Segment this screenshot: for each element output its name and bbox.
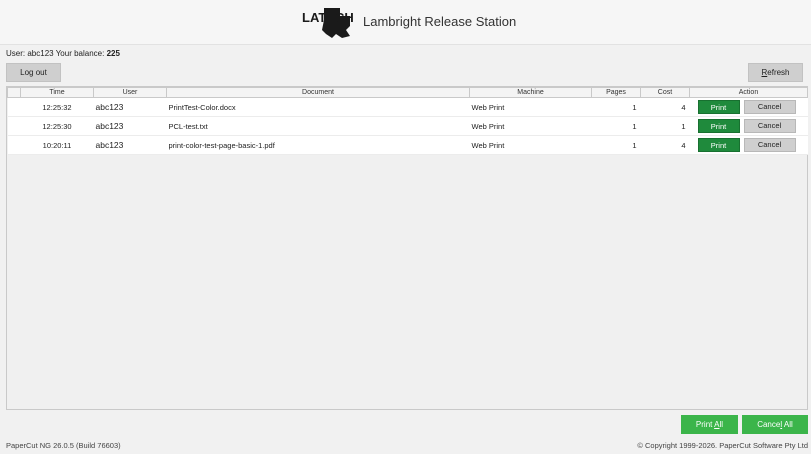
cancel-button[interactable]: Cancel [743, 119, 796, 133]
release-station-page: LATECH Lambright Release Station User: a… [0, 0, 811, 454]
refresh-label: efresh [767, 68, 790, 77]
cell-document: print-color-test-page-basic-1.pdf [166, 135, 470, 155]
header-user[interactable]: User [93, 87, 167, 98]
header-time[interactable]: Time [20, 87, 94, 98]
cell-user: abc123 [93, 97, 167, 117]
cell-document: PCL-test.txt [166, 116, 470, 136]
user-label: User: [6, 49, 26, 58]
row-spacer [7, 97, 21, 117]
print-button[interactable]: Print [697, 138, 740, 152]
cell-action: Print Cancel [689, 97, 808, 117]
cell-time: 10:20:11 [20, 135, 94, 155]
header-document[interactable]: Document [166, 87, 470, 98]
table-row[interactable]: 12:25:30 abc123 PCL-test.txt Web Print 1… [7, 116, 808, 136]
cancel-all-button[interactable]: Cancel All [742, 415, 808, 434]
jobs-table-panel: Time User Document Machine Pages Cost Ac… [6, 86, 808, 410]
header-cost[interactable]: Cost [640, 87, 690, 98]
refresh-button[interactable]: Refresh [748, 63, 803, 82]
logout-button[interactable]: Log out [6, 63, 61, 82]
copyright-text: © Copyright 1999-2026. PaperCut Software… [637, 441, 808, 450]
cell-machine: Web Print [469, 116, 592, 136]
cell-action: Print Cancel [689, 116, 808, 136]
header-bar: LATECH Lambright Release Station [0, 0, 811, 45]
logo-text: LATECH [302, 10, 354, 25]
latech-logo-icon: LATECH [302, 8, 354, 38]
print-all-label-rest: ll [719, 420, 724, 429]
cancel-button[interactable]: Cancel [743, 100, 796, 114]
print-all-label-prefix: Print [695, 420, 715, 429]
cell-pages: 1 [591, 97, 641, 117]
user-info: User: abc123 Your balance: 225 [6, 49, 120, 58]
cell-user: abc123 [93, 135, 167, 155]
cancel-all-label-rest: All [782, 420, 793, 429]
cell-time: 12:25:32 [20, 97, 94, 117]
print-button[interactable]: Print [697, 100, 740, 114]
jobs-table: Time User Document Machine Pages Cost Ac… [7, 87, 808, 155]
username: abc123 [27, 49, 54, 58]
balance-value: 225 [106, 49, 120, 58]
print-all-button[interactable]: Print All [681, 415, 738, 434]
cell-pages: 1 [591, 135, 641, 155]
cell-cost: 4 [640, 135, 690, 155]
header-spacer [7, 87, 21, 98]
header-machine[interactable]: Machine [469, 87, 592, 98]
row-spacer [7, 135, 21, 155]
cancel-button[interactable]: Cancel [743, 138, 796, 152]
table-row[interactable]: 12:25:32 abc123 PrintTest-Color.docx Web… [7, 97, 808, 117]
table-header-row: Time User Document Machine Pages Cost Ac… [7, 87, 808, 98]
page-title: Lambright Release Station [363, 14, 517, 29]
print-button[interactable]: Print [697, 119, 740, 133]
balance-label: Your balance: [55, 49, 105, 58]
cell-cost: 4 [640, 97, 690, 117]
table-row[interactable]: 10:20:11 abc123 print-color-test-page-ba… [7, 135, 808, 155]
header-action: Action [689, 87, 808, 98]
cell-time: 12:25:30 [20, 116, 94, 136]
cell-machine: Web Print [469, 97, 592, 117]
cell-action: Print Cancel [689, 135, 808, 155]
cell-user: abc123 [93, 116, 167, 136]
cell-cost: 1 [640, 116, 690, 136]
header-pages[interactable]: Pages [591, 87, 641, 98]
cancel-all-label-prefix: Cance [757, 420, 781, 429]
row-spacer [7, 116, 21, 136]
cell-pages: 1 [591, 116, 641, 136]
cell-document: PrintTest-Color.docx [166, 97, 470, 117]
cell-machine: Web Print [469, 135, 592, 155]
version-text: PaperCut NG 26.0.5 (Build 76603) [6, 441, 121, 450]
